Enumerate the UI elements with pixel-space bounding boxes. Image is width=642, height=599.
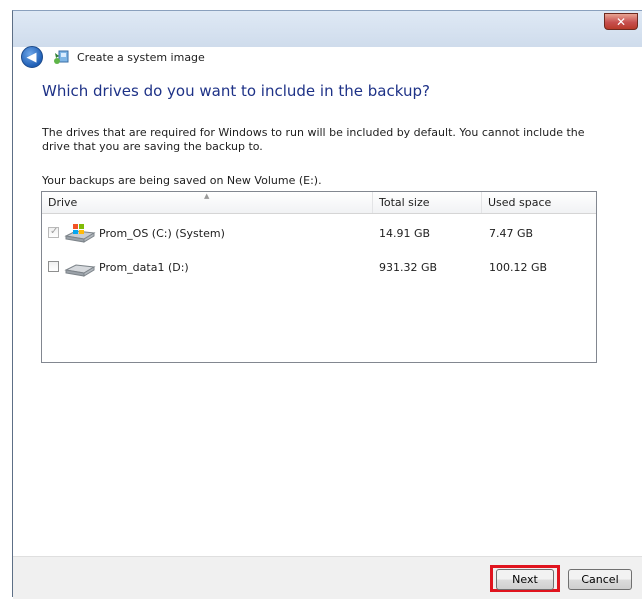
column-header-row: Drive ▲ Total size Used space <box>42 192 596 214</box>
backup-app-icon <box>54 50 69 64</box>
column-header-drive[interactable]: Drive ▲ <box>42 192 373 213</box>
column-header-used-space[interactable]: Used space <box>482 192 596 213</box>
check-mark-icon: ✓ <box>50 226 59 237</box>
drive-name: Prom_data1 (D:) <box>99 261 189 274</box>
wizard-header: ◀ Create a system image <box>13 42 642 72</box>
back-arrow-icon: ◀ <box>26 49 37 65</box>
back-button[interactable]: ◀ <box>21 46 43 68</box>
drive-row-c[interactable]: ✓ Prom_OS (C:) (System) 14.91 GB 7.47 GB <box>42 223 596 245</box>
drive-row-d[interactable]: Prom_data1 (D:) 931.32 GB 100.12 GB <box>42 257 596 279</box>
drive-total-size: 14.91 GB <box>379 227 431 240</box>
drive-checkbox-c[interactable]: ✓ <box>48 226 59 238</box>
column-header-total-size[interactable]: Total size <box>373 192 482 213</box>
drive-total-size: 931.32 GB <box>379 261 438 274</box>
drive-name: Prom_OS (C:) (System) <box>99 227 225 240</box>
drive-list[interactable]: Drive ▲ Total size Used space ✓ Prom_OS … <box>41 191 597 363</box>
drive-checkbox-d[interactable] <box>48 261 59 272</box>
backup-location-text: Your backups are being saved on New Volu… <box>42 174 322 187</box>
windows-drive-icon <box>64 224 96 243</box>
cancel-button[interactable]: Cancel <box>568 569 632 590</box>
drive-used-space: 100.12 GB <box>489 261 548 274</box>
window-title: Create a system image <box>77 50 205 64</box>
next-button[interactable]: Next <box>496 569 554 590</box>
left-margin <box>0 0 12 597</box>
sort-ascending-icon: ▲ <box>204 192 210 200</box>
hard-drive-icon <box>64 264 96 277</box>
drive-used-space: 7.47 GB <box>489 227 534 240</box>
page-title: Which drives do you want to include in t… <box>42 82 430 100</box>
close-icon: ✕ <box>615 14 627 29</box>
button-bar: Next Cancel <box>13 556 642 599</box>
close-button[interactable]: ✕ <box>604 13 638 30</box>
description-text: The drives that are required for Windows… <box>42 126 585 153</box>
